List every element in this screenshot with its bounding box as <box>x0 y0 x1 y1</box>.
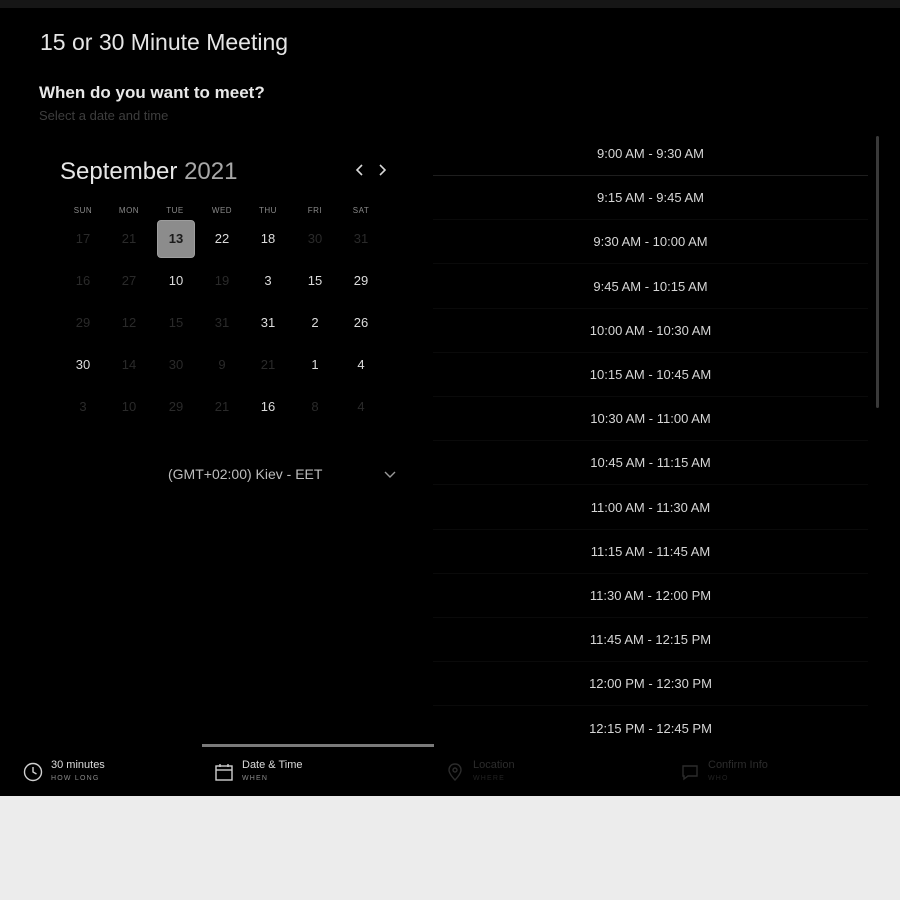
calendar-day[interactable]: 3 <box>249 262 287 300</box>
time-slot-list: 9:00 AM - 9:30 AM 9:15 AM - 9:45 AM 9:30 A… <box>433 132 868 744</box>
calendar-day[interactable]: 18 <box>249 220 287 258</box>
calendar-day: 29 <box>168 399 184 414</box>
chevron-right-icon <box>379 164 387 176</box>
weekday-label: THU <box>259 206 277 215</box>
calendar-day[interactable]: 1 <box>296 346 334 384</box>
time-slot-button[interactable]: 10:45 AM - 11:15 AM <box>433 441 868 486</box>
calendar-year: 2021 <box>184 158 238 185</box>
calendar-day-selected[interactable]: 13 <box>157 220 195 258</box>
calendar-month: September <box>60 158 178 185</box>
calendar-day[interactable]: 26 <box>342 304 380 342</box>
step-confirm-info[interactable]: Confirm Info WHO <box>680 758 880 790</box>
calendar-day: 21 <box>260 357 276 372</box>
calendar-icon <box>215 764 233 781</box>
calendar-day: 9 <box>218 357 226 372</box>
chevron-down-icon <box>384 471 396 478</box>
calendar-day: 19 <box>214 273 230 288</box>
section-heading: When do you want to meet? <box>39 83 265 102</box>
top-strip <box>0 0 900 8</box>
step-title: 30 minutes <box>51 759 105 771</box>
step-subtitle: WHEN <box>242 775 269 782</box>
weekday-label: TUE <box>166 206 184 215</box>
location-pin-icon <box>448 763 462 781</box>
step-subtitle: HOW LONG <box>51 775 100 782</box>
time-slot-button[interactable]: 9:00 AM - 9:30 AM <box>433 132 868 176</box>
time-slot-button[interactable]: 10:15 AM - 10:45 AM <box>433 353 868 397</box>
step-subtitle: WHERE <box>473 775 506 782</box>
time-slot-button[interactable]: 9:15 AM - 9:45 AM <box>433 176 868 221</box>
calendar-day: 29 <box>75 315 91 330</box>
clock-icon <box>23 762 43 782</box>
step-title: Location <box>473 759 515 771</box>
time-slot-button[interactable]: 12:15 PM - 12:45 PM <box>433 707 868 744</box>
calendar-day[interactable]: 2 <box>296 304 334 342</box>
calendar-day: 31 <box>214 315 230 330</box>
weekday-label: WED <box>211 206 233 215</box>
calendar-day[interactable]: 31 <box>249 304 287 342</box>
step-title: Date & Time <box>242 759 303 771</box>
calendar-day[interactable]: 30 <box>64 346 102 384</box>
calendar-day: 15 <box>168 315 184 330</box>
time-slot-button[interactable]: 11:15 AM - 11:45 AM <box>433 530 868 574</box>
calendar-day: 8 <box>311 399 319 414</box>
time-slot-button[interactable]: 10:30 AM - 11:00 AM <box>433 397 868 442</box>
calendar-day: 3 <box>79 399 87 414</box>
time-slot-button[interactable]: 12:00 PM - 12:30 PM <box>433 662 868 707</box>
calendar-day[interactable]: 10 <box>157 262 195 300</box>
weekday-label: MON <box>118 206 140 215</box>
weekday-label: SUN <box>73 206 93 215</box>
time-slot-button[interactable]: 9:30 AM - 10:00 AM <box>433 220 868 265</box>
calendar-month-year: September 2021 <box>60 158 237 186</box>
calendar-day[interactable]: 29 <box>342 262 380 300</box>
page-title: 15 or 30 Minute Meeting <box>40 29 289 55</box>
step-progress-footer: 30 minutes HOW LONG Date & Time WHEN Loc… <box>0 744 900 796</box>
calendar-day: 30 <box>307 231 323 246</box>
calendar-day[interactable]: 15 <box>296 262 334 300</box>
step-subtitle: WHO <box>708 775 729 782</box>
time-slot-scrollbar[interactable] <box>876 136 879 408</box>
timezone-select[interactable]: (GMT+02:00) Kiev - EET <box>150 462 410 490</box>
chevron-left-icon <box>355 164 363 176</box>
calendar-day: 21 <box>214 399 230 414</box>
previous-month-button[interactable] <box>351 163 369 183</box>
calendar-day: 14 <box>121 357 137 372</box>
step-date-time[interactable]: Date & Time WHEN <box>214 758 414 790</box>
next-month-button[interactable] <box>373 163 391 183</box>
scheduler-window: 15 or 30 Minute Meeting When do you want… <box>0 0 900 796</box>
calendar-day: 31 <box>353 231 369 246</box>
calendar-day: 16 <box>75 273 91 288</box>
calendar-day[interactable]: 16 <box>249 388 287 426</box>
calendar-day: 17 <box>75 231 91 246</box>
calendar-day: 21 <box>121 231 137 246</box>
weekday-label: FRI <box>307 206 323 215</box>
calendar-day: 30 <box>168 357 184 372</box>
calendar-day: 12 <box>121 315 137 330</box>
calendar-day: 10 <box>121 399 137 414</box>
calendar-day[interactable]: 4 <box>342 346 380 384</box>
time-slot-button[interactable]: 11:00 AM - 11:30 AM <box>433 486 868 530</box>
time-slot-button[interactable]: 9:45 AM - 10:15 AM <box>433 265 868 309</box>
active-step-indicator <box>202 744 434 747</box>
section-hint: Select a date and time <box>39 108 169 123</box>
calendar-day: 4 <box>357 399 365 414</box>
calendar-day: 27 <box>121 273 137 288</box>
timezone-label: (GMT+02:00) Kiev - EET <box>168 466 323 482</box>
weekday-label: SAT <box>352 206 370 215</box>
time-slot-button[interactable]: 11:30 AM - 12:00 PM <box>433 574 868 618</box>
step-duration[interactable]: 30 minutes HOW LONG <box>23 758 173 790</box>
time-slot-button[interactable]: 10:00 AM - 10:30 AM <box>433 309 868 353</box>
step-location[interactable]: Location WHERE <box>445 758 645 790</box>
time-slot-button[interactable]: 11:45 AM - 12:15 PM <box>433 618 868 663</box>
step-title: Confirm Info <box>708 759 768 771</box>
calendar-day[interactable]: 22 <box>203 220 241 258</box>
chat-bubble-icon <box>682 765 698 781</box>
